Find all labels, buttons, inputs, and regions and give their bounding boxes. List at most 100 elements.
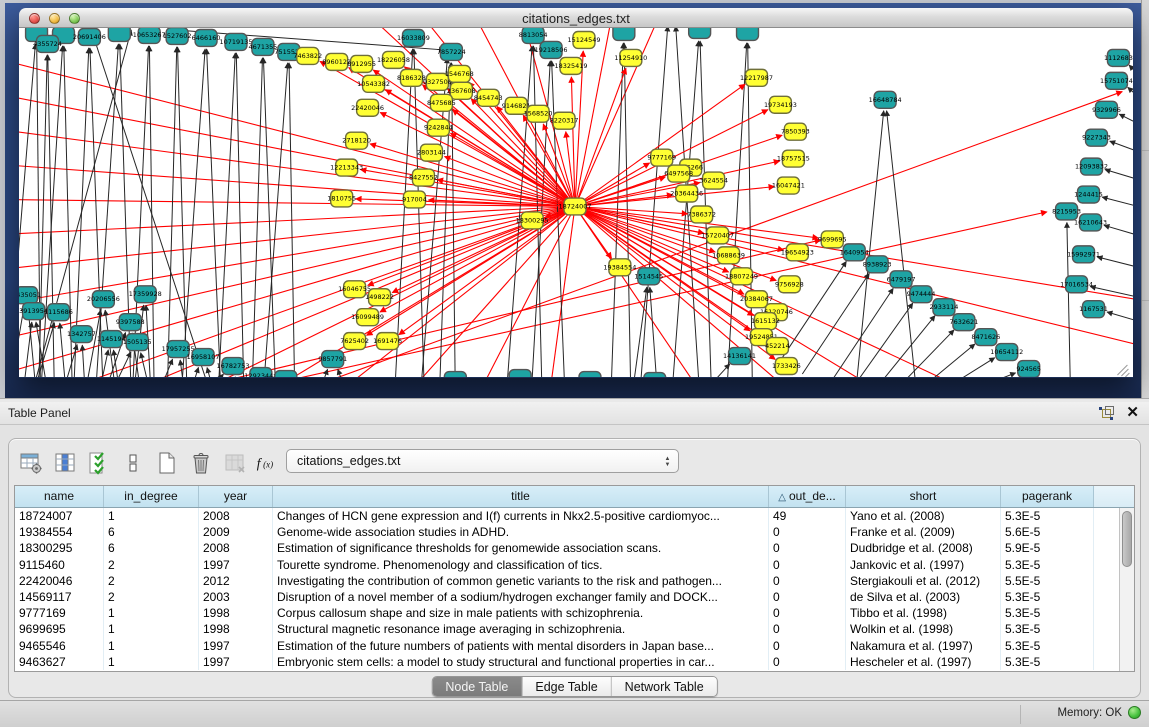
- network-node[interactable]: 1810755: [327, 190, 356, 207]
- network-node[interactable]: 452214: [765, 338, 790, 355]
- table-settings-icon[interactable]: [17, 450, 44, 477]
- network-node[interactable]: 6497568: [664, 165, 693, 182]
- table-row[interactable]: 977716911998Corpus callosum shape and si…: [15, 605, 1119, 621]
- network-node[interactable]: 8220317: [550, 112, 579, 129]
- network-node[interactable]: 1498222: [365, 289, 394, 306]
- network-node[interactable]: 10688639: [712, 247, 745, 264]
- network-node[interactable]: 9699695: [818, 231, 847, 248]
- network-node[interactable]: 1342757: [67, 326, 96, 343]
- table-row[interactable]: 911546021997Tourette syndrome. Phenomeno…: [15, 557, 1119, 573]
- network-node[interactable]: 4355724: [33, 35, 62, 52]
- network-node[interactable]: 7857224: [437, 43, 466, 60]
- network-node[interactable]: 7632621: [949, 314, 978, 331]
- network-node[interactable]: 8454743: [474, 89, 503, 106]
- network-node[interactable]: 8186328: [397, 69, 426, 86]
- network-node[interactable]: 7463822: [293, 47, 322, 64]
- show-column-icon[interactable]: [51, 450, 78, 477]
- table-row[interactable]: 946362711997Embryonic stem cells: a mode…: [15, 654, 1119, 670]
- network-node[interactable]: 8427552: [409, 169, 438, 186]
- network-node[interactable]: 7625402: [340, 333, 369, 350]
- network-node[interactable]: 19734193: [764, 96, 797, 113]
- network-node[interactable]: 2803144: [417, 144, 446, 161]
- network-node[interactable]: 1615132: [751, 313, 780, 330]
- network-node[interactable]: 1640954: [840, 244, 869, 261]
- network-node[interactable]: 15751074: [1100, 72, 1133, 89]
- network-node[interactable]: 1115686: [44, 304, 73, 321]
- network-node[interactable]: 917004: [402, 191, 427, 208]
- network-node[interactable]: 17016534: [1060, 276, 1093, 293]
- column-header-year[interactable]: year: [199, 486, 273, 507]
- network-node[interactable]: 7850393: [781, 123, 810, 140]
- new-table-icon[interactable]: [153, 450, 180, 477]
- network-node[interactable]: 9397588: [116, 314, 145, 331]
- network-node[interactable]: 1167531: [1079, 301, 1108, 318]
- network-node[interactable]: [613, 28, 635, 40]
- close-panel-icon[interactable]: ✕: [1126, 405, 1139, 421]
- network-canvas[interactable]: 2069140643557241065326715276026466160107…: [19, 28, 1133, 377]
- table-row[interactable]: 1872400712008Changes of HCN gene express…: [15, 508, 1119, 524]
- network-node[interactable]: 2933114: [930, 299, 959, 316]
- table-row[interactable]: 1938455462009Genome-wide association stu…: [15, 524, 1119, 540]
- network-node[interactable]: 10654112: [990, 344, 1023, 361]
- network-node[interactable]: 9777169: [647, 149, 676, 166]
- network-node[interactable]: [509, 370, 531, 377]
- float-panel-icon[interactable]: [1099, 406, 1114, 420]
- column-header-name[interactable]: name: [15, 486, 104, 507]
- network-node[interactable]: 1568520: [524, 105, 553, 122]
- network-node[interactable]: [579, 372, 601, 377]
- network-node[interactable]: [689, 28, 711, 38]
- network-node[interactable]: [275, 371, 297, 377]
- network-node[interactable]: 3624554: [699, 172, 728, 189]
- table-row[interactable]: 1456911722003Disruption of a novel membe…: [15, 589, 1119, 605]
- network-node[interactable]: 16099489: [351, 309, 384, 326]
- network-node[interactable]: 9756928: [775, 276, 804, 293]
- network-node[interactable]: 1145194: [97, 331, 126, 348]
- table-row[interactable]: 969969511998Structural magnetic resonanc…: [15, 621, 1119, 637]
- select-columns-icon[interactable]: [85, 450, 112, 477]
- network-node[interactable]: 1514545: [634, 268, 663, 285]
- network-node[interactable]: 16047421: [772, 177, 805, 194]
- network-node[interactable]: 19384554: [603, 259, 636, 276]
- network-node[interactable]: 2718120: [342, 132, 371, 149]
- network-node[interactable]: 1435051: [19, 287, 41, 304]
- network-node[interactable]: 924565: [1016, 361, 1041, 377]
- delete-rows-icon[interactable]: [187, 450, 214, 477]
- column-header-in_degree[interactable]: in_degree: [104, 486, 199, 507]
- network-node[interactable]: 8471626: [971, 329, 1000, 346]
- column-header-pagerank[interactable]: pagerank: [1001, 486, 1094, 507]
- delete-table-icon[interactable]: [221, 450, 248, 477]
- network-node[interactable]: 7386372: [687, 206, 716, 223]
- network-node[interactable]: 4671355: [248, 38, 277, 55]
- network-node[interactable]: 12093832: [1075, 158, 1108, 175]
- network-node[interactable]: 16648784: [869, 91, 902, 108]
- network-node[interactable]: 10719135: [220, 33, 253, 50]
- network-node[interactable]: 10653267: [133, 28, 166, 43]
- row-height-icon[interactable]: [119, 450, 146, 477]
- network-node[interactable]: 18226058: [377, 51, 410, 68]
- network-node[interactable]: 17359928: [129, 286, 162, 303]
- vertical-scrollbar[interactable]: [1119, 508, 1134, 671]
- window-resize-grip[interactable]: [1117, 365, 1129, 377]
- network-node[interactable]: 18757515: [777, 150, 810, 167]
- network-node[interactable]: [108, 28, 130, 41]
- window-titlebar[interactable]: citations_edges.txt: [19, 8, 1133, 28]
- network-node[interactable]: 9857791: [318, 351, 347, 368]
- column-header-short[interactable]: short: [846, 486, 1001, 507]
- table-row[interactable]: 2242004622012Investigating the contribut…: [15, 573, 1119, 589]
- network-node[interactable]: 12213343: [330, 159, 363, 176]
- network-node[interactable]: 8938923: [863, 256, 892, 273]
- network-node[interactable]: 8215953: [1052, 203, 1081, 220]
- network-node[interactable]: 16210643: [1074, 214, 1107, 231]
- table-row[interactable]: 1830029562008Estimation of significance …: [15, 540, 1119, 556]
- network-node[interactable]: 9227343: [1082, 129, 1111, 146]
- network-node[interactable]: [737, 28, 759, 40]
- network-node[interactable]: 16033809: [397, 29, 430, 46]
- network-node[interactable]: 9242844: [424, 119, 453, 136]
- network-node[interactable]: 8475685: [427, 94, 456, 111]
- network-node[interactable]: 6479197: [887, 271, 916, 288]
- network-node[interactable]: 1244415: [1074, 186, 1103, 203]
- network-node[interactable]: 9474444: [907, 286, 936, 303]
- network-node[interactable]: 1505135: [123, 334, 152, 351]
- network-node[interactable]: 1733426: [772, 358, 801, 375]
- network-node[interactable]: 8912955: [347, 55, 376, 72]
